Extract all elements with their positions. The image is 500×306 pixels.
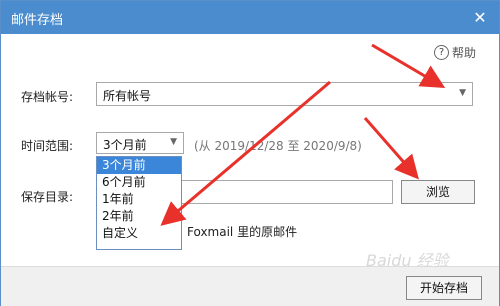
- watermark: Baidu 经验: [366, 251, 449, 270]
- dialog-content: ? 帮助 存档帐号: 所有帐号 ▼ 时间范围: 3个月前 ▼ (从 2019/1…: [9, 34, 491, 266]
- dropdown-option[interactable]: 1年前: [97, 191, 181, 208]
- account-select[interactable]: 所有帐号 ▼: [96, 82, 473, 106]
- save-dir-label: 保存目录:: [21, 190, 74, 204]
- help-link[interactable]: ? 帮助: [434, 44, 476, 61]
- chevron-down-icon: ▼: [170, 137, 177, 147]
- delete-original-text: Foxmail 里的原邮件: [187, 225, 298, 239]
- time-range-dropdown: 3个月前 6个月前 1年前 2年前 自定义: [96, 156, 182, 250]
- dialog-footer: 开始存档 Baidu 经验: [1, 251, 499, 306]
- archive-dialog: 邮件存档 ✕ ? 帮助 存档帐号: 所有帐号 ▼ 时间范围: 3个月前 ▼ (从…: [0, 0, 500, 306]
- dropdown-option[interactable]: 2年前: [97, 208, 181, 225]
- time-range-label: 时间范围:: [21, 139, 74, 153]
- dropdown-option[interactable]: 3个月前: [97, 157, 181, 174]
- help-label: 帮助: [452, 46, 477, 60]
- chevron-down-icon: ▼: [459, 88, 466, 98]
- window-title: 邮件存档: [11, 13, 64, 28]
- account-select-value: 所有帐号: [103, 89, 152, 103]
- time-range-select-value: 3个月前: [103, 138, 147, 152]
- dropdown-option[interactable]: 自定义: [97, 225, 181, 242]
- start-archive-button[interactable]: 开始存档: [406, 276, 482, 300]
- help-icon: ?: [434, 45, 449, 60]
- close-icon[interactable]: ✕: [471, 9, 489, 27]
- account-label: 存档帐号:: [21, 90, 74, 104]
- browse-button[interactable]: 浏览: [401, 180, 475, 204]
- time-range-text: (从 2019/12/28 至 2020/9/8): [194, 139, 362, 153]
- title-bar[interactable]: 邮件存档 ✕: [1, 1, 499, 34]
- time-range-select[interactable]: 3个月前 ▼: [96, 132, 184, 154]
- dropdown-option[interactable]: 6个月前: [97, 174, 181, 191]
